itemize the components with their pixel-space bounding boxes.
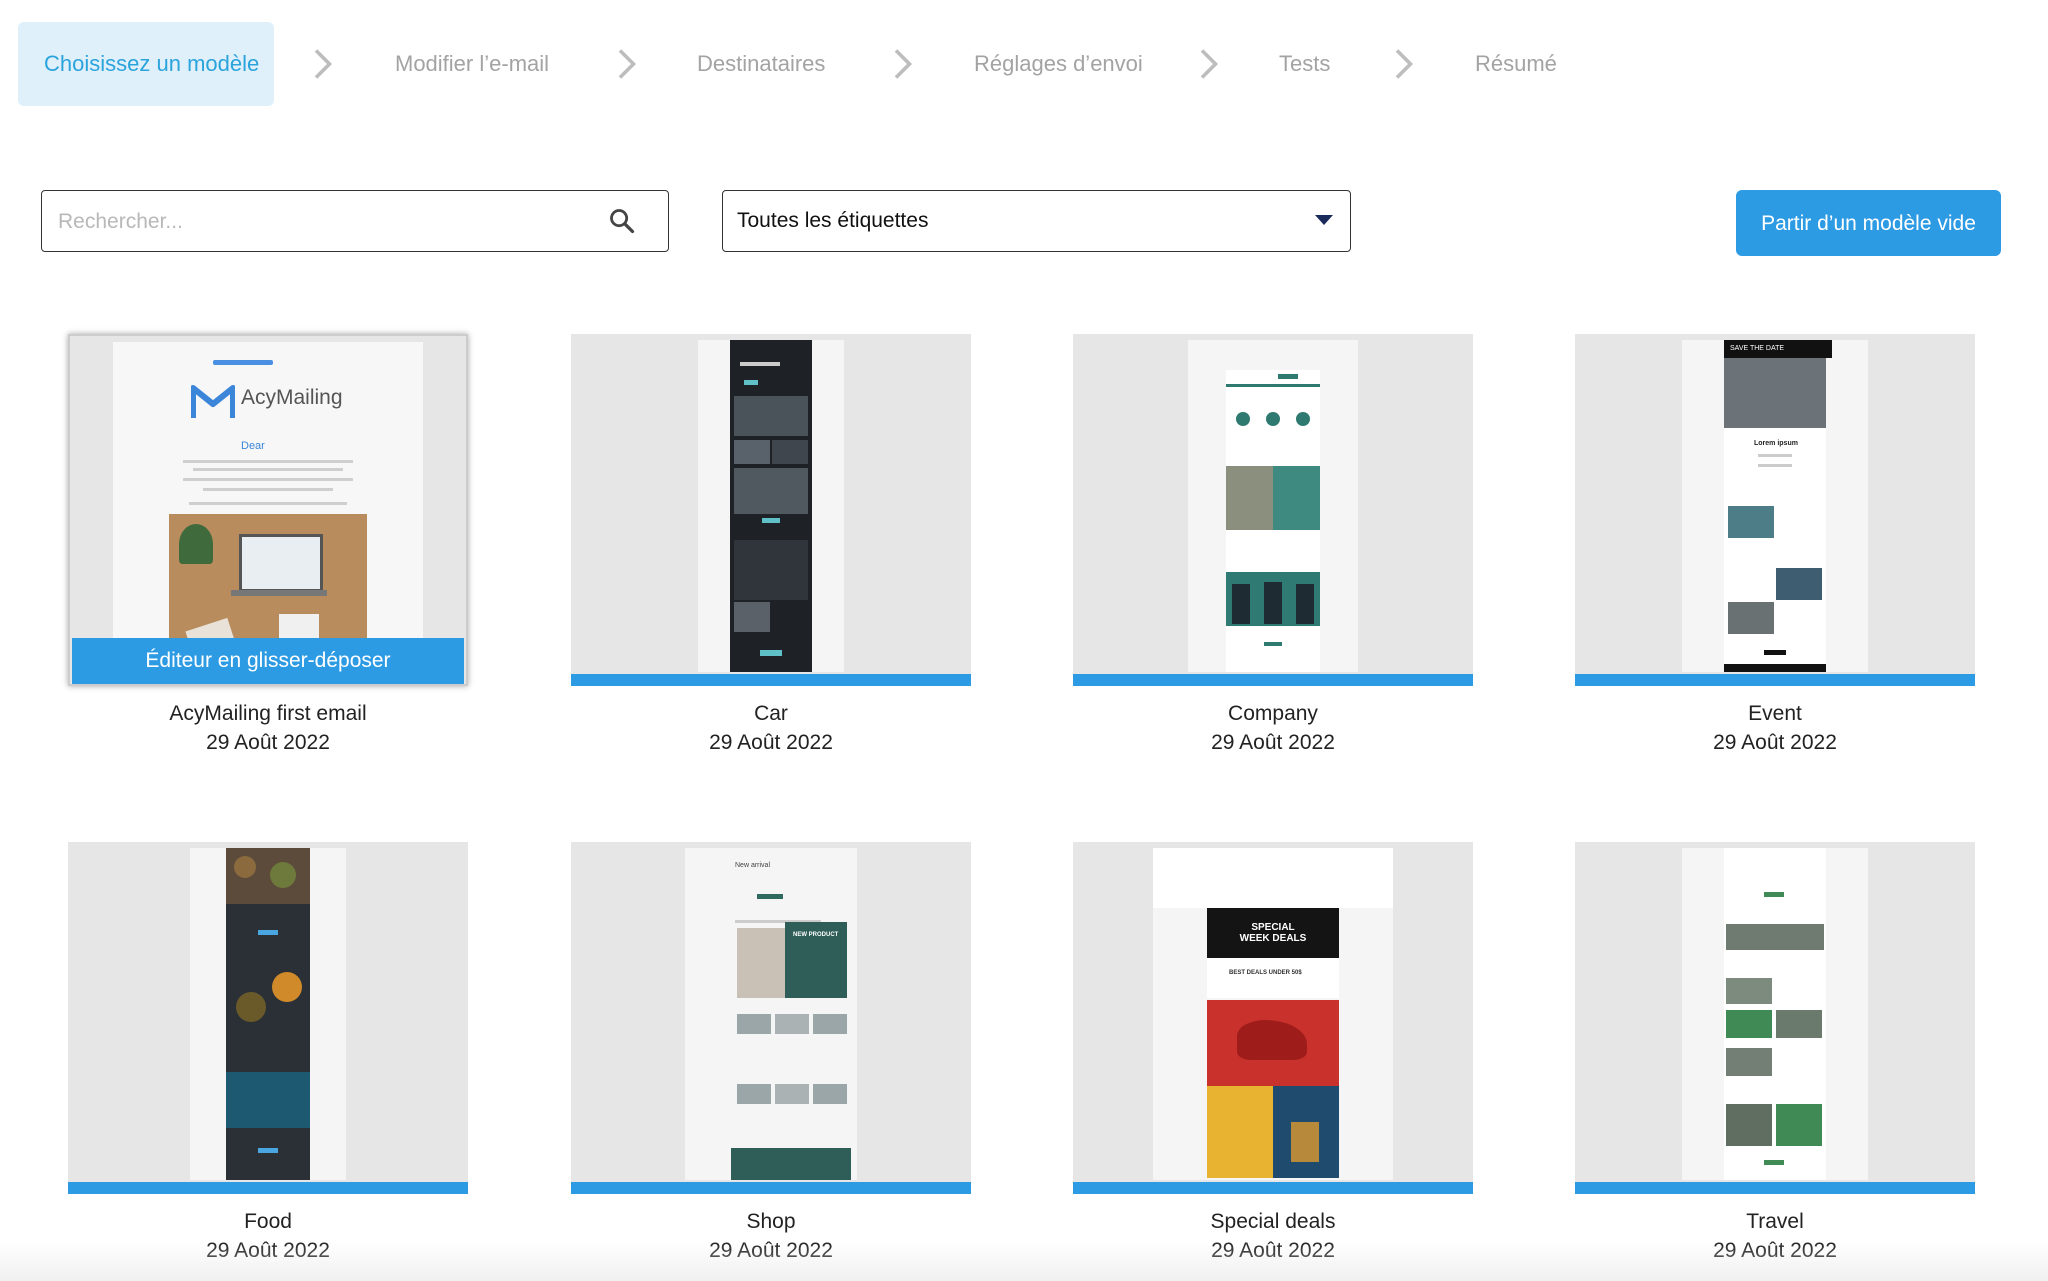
- step-choose-template[interactable]: Choisissez un modèle: [18, 22, 274, 106]
- email-preview: New arrival NEW PRODUCT: [685, 848, 857, 1180]
- preview-logo-text: AcyMailing: [241, 386, 343, 409]
- preview-heading: Lorem ipsum: [1754, 440, 1798, 447]
- template-date: 29 Août 2022: [206, 1239, 330, 1262]
- template-thumbnail: [68, 842, 468, 1194]
- template-thumbnail: [1575, 842, 1975, 1194]
- template-thumbnail: [571, 334, 971, 686]
- preview-strip: [1575, 674, 1975, 686]
- email-preview: [190, 848, 346, 1180]
- email-preview: SAVE THE DATE Lorem ipsum: [1682, 340, 1868, 672]
- template-name: Company: [1228, 702, 1318, 725]
- start-blank-template-button[interactable]: Partir d’un modèle vide: [1736, 190, 2001, 256]
- email-preview: SPECIAL WEEK DEALS BEST DEALS UNDER 50$: [1153, 848, 1393, 1180]
- chevron-right-icon: [1190, 46, 1226, 82]
- preview-header: SAVE THE DATE: [1724, 340, 1832, 358]
- chevron-right-icon: [1385, 46, 1421, 82]
- template-card-travel[interactable]: Travel 29 Août 2022: [1575, 842, 1975, 1266]
- preview-strip: [571, 1182, 971, 1194]
- template-name: Car: [754, 702, 788, 725]
- chevron-right-icon: [884, 46, 920, 82]
- step-edit-email[interactable]: Modifier l’e-mail: [395, 22, 549, 106]
- preview-deals-banner: SPECIAL WEEK DEALS: [1207, 908, 1339, 958]
- preview-banner-line2: WEEK DEALS: [1239, 933, 1307, 944]
- template-date: 29 Août 2022: [1211, 1239, 1335, 1262]
- step-recipients[interactable]: Destinataires: [697, 22, 825, 106]
- template-thumbnail: SPECIAL WEEK DEALS BEST DEALS UNDER 50$: [1073, 842, 1473, 1194]
- preview-banner-line1: SPECIAL: [1251, 922, 1295, 933]
- template-name: Special deals: [1210, 1210, 1336, 1233]
- preview-strip: [571, 674, 971, 686]
- preview-strip: [68, 1182, 468, 1194]
- tag-filter-select[interactable]: Toutes les étiquettes: [722, 190, 1351, 252]
- email-preview: [698, 340, 844, 672]
- template-date: 29 Août 2022: [206, 731, 330, 754]
- search-icon[interactable]: [608, 207, 636, 235]
- template-card-food[interactable]: Food 29 Août 2022: [68, 842, 468, 1266]
- step-summary[interactable]: Résumé: [1475, 22, 1557, 106]
- template-thumbnail: New arrival NEW PRODUCT: [571, 842, 971, 1194]
- template-date: 29 Août 2022: [1713, 1239, 1837, 1262]
- template-card-event[interactable]: SAVE THE DATE Lorem ipsum Event 29 Août …: [1575, 334, 1975, 758]
- template-card-shop[interactable]: New arrival NEW PRODUCT Shop 29 Août 202…: [571, 842, 971, 1266]
- template-date: 29 Août 2022: [709, 1239, 833, 1262]
- preview-sub: BEST DEALS UNDER 50$: [1229, 970, 1302, 976]
- tag-filter-value: Toutes les étiquettes: [737, 209, 929, 232]
- template-thumbnail: [1073, 334, 1473, 686]
- step-tests[interactable]: Tests: [1279, 22, 1330, 106]
- preview-strip: [1073, 674, 1473, 686]
- preview-strip: [1575, 1182, 1975, 1194]
- chevron-right-icon: [608, 46, 644, 82]
- template-name: Food: [244, 1210, 292, 1233]
- email-preview: [1682, 848, 1868, 1180]
- template-card-car[interactable]: Car 29 Août 2022: [571, 334, 971, 758]
- acymailing-logo-icon: [191, 385, 235, 418]
- template-name: Event: [1748, 702, 1802, 725]
- chevron-right-icon: [304, 46, 340, 82]
- wizard-stepper: Choisissez un modèle Modifier l’e-mail D…: [18, 22, 1618, 106]
- search-input[interactable]: [56, 191, 600, 252]
- caret-down-icon: [1315, 215, 1333, 225]
- template-name: Shop: [746, 1210, 796, 1233]
- search-box: [41, 190, 669, 252]
- drag-drop-editor-badge: Éditeur en glisser-déposer: [72, 638, 464, 684]
- email-preview: AcyMailing Dear: [113, 342, 423, 670]
- template-date: 29 Août 2022: [709, 731, 833, 754]
- template-date: 29 Août 2022: [1211, 731, 1335, 754]
- template-card-company[interactable]: Company 29 Août 2022: [1073, 334, 1473, 758]
- email-preview: [1188, 340, 1358, 672]
- preview-title: New arrival: [735, 862, 771, 869]
- step-send-settings[interactable]: Réglages d’envoi: [974, 22, 1143, 106]
- template-card-acymailing-first-email[interactable]: AcyMailing Dear Éditeur en glisser-dépos…: [68, 334, 468, 758]
- template-name: Travel: [1746, 1210, 1804, 1233]
- preview-strip: [1073, 1182, 1473, 1194]
- preview-greeting: Dear: [241, 440, 265, 452]
- template-card-special-deals[interactable]: SPECIAL WEEK DEALS BEST DEALS UNDER 50$ …: [1073, 842, 1473, 1266]
- template-thumbnail: AcyMailing Dear Éditeur en glisser-dépos…: [68, 334, 468, 686]
- template-thumbnail: SAVE THE DATE Lorem ipsum: [1575, 334, 1975, 686]
- template-date: 29 Août 2022: [1713, 731, 1837, 754]
- preview-banner: NEW PRODUCT: [793, 932, 839, 938]
- template-name: AcyMailing first email: [169, 702, 367, 725]
